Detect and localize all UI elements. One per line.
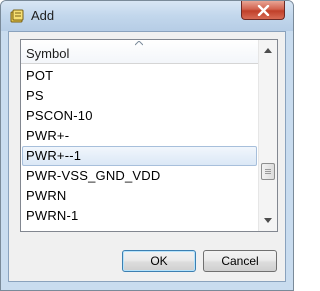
sort-ascending-icon: [135, 41, 143, 46]
cancel-button[interactable]: Cancel: [203, 250, 277, 272]
dialog-body: Symbol POT PS PSCON-10 PWR+- PWR+--1 PWR…: [8, 31, 286, 282]
list-item[interactable]: PWR+-: [22, 126, 257, 146]
list-item[interactable]: PWRN-1: [22, 206, 257, 226]
list-item[interactable]: PWR-VSS_GND_VDD: [22, 166, 257, 186]
window-title: Add: [31, 8, 55, 23]
thumb-grip: [265, 173, 271, 174]
dialog-book-icon: [10, 9, 24, 23]
close-button[interactable]: [241, 1, 285, 20]
scroll-up-arrow-icon[interactable]: [264, 48, 272, 53]
title-bar[interactable]: Add: [1, 1, 293, 31]
symbol-list[interactable]: Symbol POT PS PSCON-10 PWR+- PWR+--1 PWR…: [20, 39, 278, 232]
list-item[interactable]: PS: [22, 86, 257, 106]
list-item[interactable]: PWRN: [22, 186, 257, 206]
column-header-label: Symbol: [26, 46, 70, 61]
column-header-symbol[interactable]: Symbol: [21, 40, 258, 64]
list-item-selected[interactable]: PWR+--1: [22, 146, 257, 166]
thumb-grip: [265, 171, 271, 172]
thumb-grip: [265, 169, 271, 170]
scroll-down-arrow-icon[interactable]: [264, 218, 272, 223]
scrollbar-thumb[interactable]: [261, 163, 275, 180]
vertical-scrollbar[interactable]: [258, 40, 277, 231]
add-dialog: Add Symbol POT PS PSCON-10 PWR+- PWR+--1…: [0, 0, 294, 291]
ok-button[interactable]: OK: [122, 250, 196, 272]
list-item[interactable]: POT: [22, 66, 257, 86]
list-item[interactable]: PSCON-10: [22, 106, 257, 126]
close-icon: [257, 5, 270, 16]
